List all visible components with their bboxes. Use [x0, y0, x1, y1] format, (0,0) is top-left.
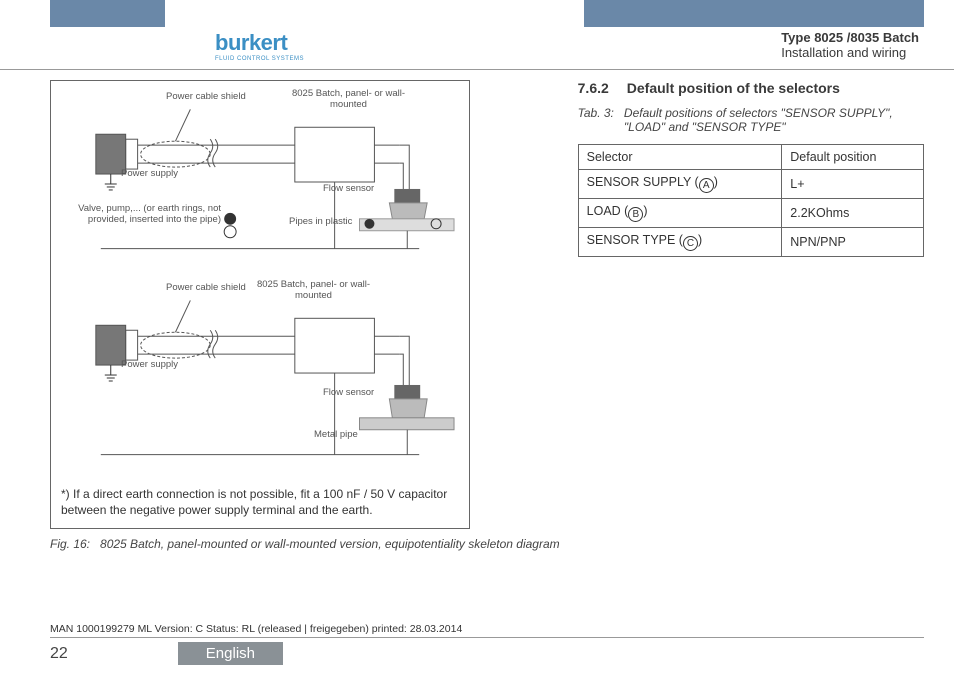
figure-box: Power cable shield 8025 Batch, panel- or… — [50, 80, 470, 529]
section-number: 7.6.2 — [578, 80, 609, 96]
cell-text: LOAD ( — [587, 204, 629, 218]
figure-caption: Fig. 16: 8025 Batch, panel-mounted or wa… — [50, 537, 560, 551]
circle-letter-icon: A — [699, 178, 714, 193]
header-accent-left — [50, 0, 165, 27]
header-title-block: Type 8025 /8035 Batch Installation and w… — [781, 30, 919, 60]
right-column: 7.6.2 Default position of the selectors … — [578, 80, 924, 551]
label-flow-sensor-2: Flow sensor — [323, 388, 374, 399]
cell-text: SENSOR SUPPLY ( — [587, 175, 699, 189]
footer-row: 22 English — [50, 642, 924, 665]
label-metal-pipe: Metal pipe — [314, 430, 358, 441]
table-caption-num: Tab. 3: — [578, 106, 614, 134]
circle-letter-icon: B — [628, 207, 643, 222]
doc-type-title: Type 8025 /8035 Batch — [781, 30, 919, 45]
cell-text: ) — [643, 204, 647, 218]
figure-caption-num: Fig. 16: — [50, 537, 90, 551]
table-row: SENSOR SUPPLY (A) L+ — [578, 170, 923, 199]
table-row: SENSOR TYPE (C) NPN/PNP — [578, 228, 923, 257]
cell-text: ) — [698, 233, 702, 247]
diagram-svg-2 — [61, 280, 459, 480]
table-caption: Tab. 3: Default positions of selectors "… — [578, 106, 924, 134]
section-heading: 7.6.2 Default position of the selectors — [578, 80, 924, 96]
cell-selector: SENSOR SUPPLY (A) — [578, 170, 782, 199]
page-header: burkert FLUID CONTROL SYSTEMS Type 8025 … — [0, 0, 954, 70]
label-valve-text: Valve, pump,... (or earth rings, not pro… — [61, 204, 221, 226]
label-power-cable-shield-1: Power cable shield — [166, 92, 246, 103]
label-device-1: 8025 Batch, panel- or wall-mounted — [291, 89, 406, 111]
table-row: LOAD (B) 2.2KOhms — [578, 199, 923, 228]
section-title: Default position of the selectors — [627, 80, 840, 96]
table-caption-text: Default positions of selectors "SENSOR S… — [624, 106, 924, 134]
figure-footnote: *) If a direct earth connection is not p… — [61, 486, 459, 518]
th-default: Default position — [782, 145, 924, 170]
wiring-diagram-2: Power cable shield 8025 Batch, panel- or… — [61, 280, 459, 480]
left-column: Power cable shield 8025 Batch, panel- or… — [50, 80, 560, 551]
cell-value: 2.2KOhms — [782, 199, 924, 228]
label-power-supply-1: Power supply — [121, 169, 178, 180]
circle-letter-icon: C — [683, 236, 698, 251]
cell-text: SENSOR TYPE ( — [587, 233, 683, 247]
logo-subtext: FLUID CONTROL SYSTEMS — [215, 56, 304, 62]
label-power-supply-2: Power supply — [121, 360, 178, 371]
cell-value: L+ — [782, 170, 924, 199]
page-footer: MAN 1000199279 ML Version: C Status: RL … — [50, 623, 924, 665]
cell-selector: LOAD (B) — [578, 199, 782, 228]
language-badge: English — [178, 642, 283, 665]
cell-text: ) — [714, 175, 718, 189]
footer-meta: MAN 1000199279 ML Version: C Status: RL … — [50, 623, 924, 638]
doc-section-title: Installation and wiring — [781, 45, 919, 60]
label-power-cable-shield-2: Power cable shield — [166, 283, 246, 294]
page-number: 22 — [50, 645, 68, 663]
header-accent-right — [584, 0, 924, 27]
logo-text: burkert — [215, 30, 304, 56]
brand-logo: burkert FLUID CONTROL SYSTEMS — [215, 30, 304, 62]
cell-value: NPN/PNP — [782, 228, 924, 257]
label-flow-sensor-1: Flow sensor — [323, 184, 374, 195]
figure-caption-text: 8025 Batch, panel-mounted or wall-mounte… — [100, 537, 560, 551]
selectors-table: Selector Default position SENSOR SUPPLY … — [578, 144, 924, 257]
wiring-diagram-1: Power cable shield 8025 Batch, panel- or… — [61, 89, 459, 274]
cell-selector: SENSOR TYPE (C) — [578, 228, 782, 257]
page-content: Power cable shield 8025 Batch, panel- or… — [0, 70, 954, 551]
label-device-2: 8025 Batch, panel- or wall-mounted — [256, 280, 371, 302]
label-pipes-plastic: Pipes in plastic — [289, 217, 352, 228]
table-header-row: Selector Default position — [578, 145, 923, 170]
diagram-svg-1 — [61, 89, 459, 274]
th-selector: Selector — [578, 145, 782, 170]
